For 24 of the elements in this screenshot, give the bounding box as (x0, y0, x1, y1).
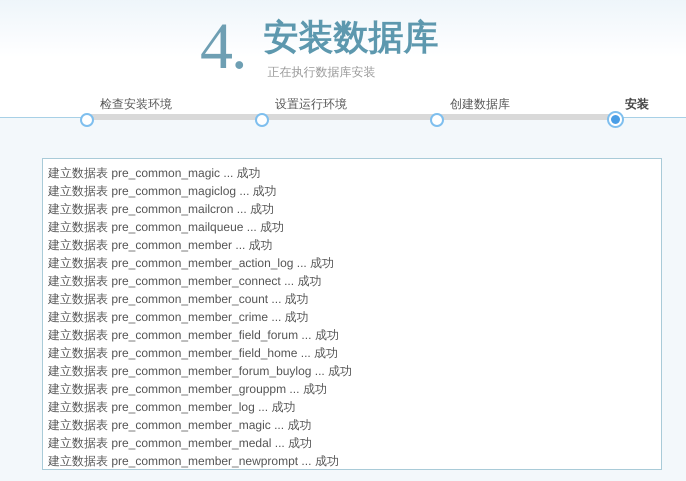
log-line: 建立数据表 pre_common_member_crime ... 成功 (48, 309, 309, 326)
step-label: 设置运行环境 (274, 96, 348, 112)
log-line: 建立数据表 pre_common_member_forum_buylog ... 成功 (48, 363, 352, 380)
step-label: 安装 (624, 96, 650, 112)
log-line: 建立数据表 pre_common_member_connect ... 成功 (48, 273, 322, 290)
log-line: 建立数据表 pre_common_member ... 成功 (48, 237, 273, 254)
log-line: 建立数据表 pre_common_member_medal ... 成功 (48, 435, 312, 452)
log-line: 建立数据表 pre_common_magic ... 成功 (48, 165, 261, 182)
step-label: 检查安装环境 (99, 96, 173, 112)
log-line: 建立数据表 pre_common_mailcron ... 成功 (48, 201, 274, 218)
log-line: 建立数据表 pre_common_member_magic ... 成功 (48, 417, 312, 434)
log-line: 建立数据表 pre_common_member_grouppm ... 成功 (48, 381, 327, 398)
log-line: 建立数据表 pre_common_member_log ... 成功 (48, 399, 296, 416)
step-number: 4. (200, 14, 246, 80)
log-line: 建立数据表 pre_common_member_newprompt ... 成功 (48, 453, 339, 469)
log-line: 建立数据表 pre_common_mailqueue ... 成功 (48, 219, 284, 236)
page-subtitle: 正在执行数据库安装 (268, 64, 376, 80)
log-line: 建立数据表 pre_common_member_field_forum ... 成功 (48, 327, 339, 344)
log-line: 建立数据表 pre_common_member_action_log ... 成功 (48, 255, 334, 272)
log-line: 建立数据表 pre_common_member_field_home ... 成功 (48, 345, 338, 362)
page-title: 安装数据库 (264, 18, 438, 58)
log-line: 建立数据表 pre_common_magiclog ... 成功 (48, 183, 277, 200)
step-label: 创建数据库 (449, 96, 511, 112)
log-line: 建立数据表 pre_common_member_count ... 成功 (48, 291, 309, 308)
